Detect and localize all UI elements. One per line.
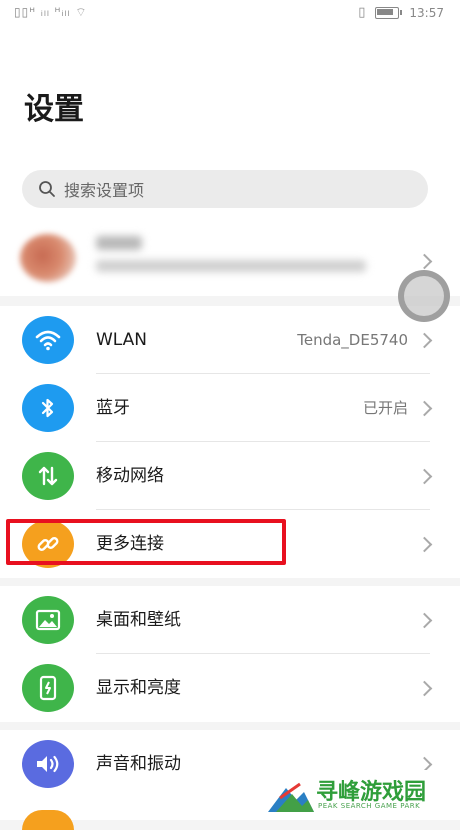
bluetooth-label: 蓝牙 [96, 398, 130, 418]
status-bar: ▯▯ᴴ ᵢₗₗ ᴴᵢₗₗ ⌔ ▯ 13:57 [0, 0, 460, 26]
clock: 13:57 [409, 5, 444, 20]
mobile-data-icon [22, 452, 74, 500]
avatar [20, 234, 76, 282]
search-input[interactable]: 搜索设置项 [22, 170, 428, 208]
display-group: 桌面和壁纸 显示和亮度 [0, 586, 460, 722]
mobile-network-label: 移动网络 [96, 466, 164, 486]
wlan-label: WLAN [96, 330, 148, 350]
bluetooth-item[interactable]: 蓝牙 已开启 [0, 374, 460, 442]
status-right: ▯ 13:57 [358, 5, 444, 20]
account-row[interactable] [0, 226, 460, 296]
watermark: 寻峰游戏园 PEAK SEARCH GAME PARK [262, 770, 460, 820]
sound-vibration-label: 声音和振动 [96, 754, 181, 774]
battery-icon [375, 6, 403, 19]
display-brightness-item[interactable]: 显示和亮度 [0, 654, 460, 722]
chevron-right-icon [416, 332, 433, 349]
chevron-right-icon [416, 468, 433, 485]
display-icon [22, 664, 74, 712]
search-placeholder: 搜索设置项 [64, 181, 145, 200]
chevron-right-icon [416, 536, 433, 553]
wlan-value: Tenda_DE5740 [297, 331, 408, 349]
display-brightness-label: 显示和亮度 [96, 678, 181, 698]
partial-next-item-icon [22, 810, 74, 830]
mobile-network-item[interactable]: 移动网络 [0, 442, 460, 510]
highlight-box [6, 519, 286, 565]
mountain-logo-icon [268, 782, 314, 812]
chevron-right-icon [416, 680, 433, 697]
settings-header: 设置 搜索设置项 [0, 26, 460, 296]
account-name-blurred [96, 236, 142, 250]
sound-icon [22, 740, 74, 788]
account-subtitle-blurred [96, 260, 366, 272]
wifi-icon [22, 316, 74, 364]
page-title: 设置 [24, 92, 84, 127]
wlan-item[interactable]: WLAN Tenda_DE5740 [0, 306, 460, 374]
bluetooth-icon [22, 384, 74, 432]
wallpaper-item[interactable]: 桌面和壁纸 [0, 586, 460, 654]
chevron-right-icon [416, 400, 433, 417]
wallpaper-label: 桌面和壁纸 [96, 610, 181, 630]
signal-indicators: ▯▯ᴴ ᵢₗₗ ᴴᵢₗₗ ⌔ [14, 5, 88, 19]
floating-navigation-ball[interactable] [398, 270, 450, 322]
search-icon [39, 181, 55, 197]
vibrate-icon: ▯ [358, 5, 366, 20]
bluetooth-value: 已开启 [362, 399, 408, 417]
chevron-right-icon [416, 612, 433, 629]
watermark-subtitle: PEAK SEARCH GAME PARK [318, 802, 421, 810]
chevron-right-icon [416, 253, 433, 270]
wallpaper-icon [22, 596, 74, 644]
